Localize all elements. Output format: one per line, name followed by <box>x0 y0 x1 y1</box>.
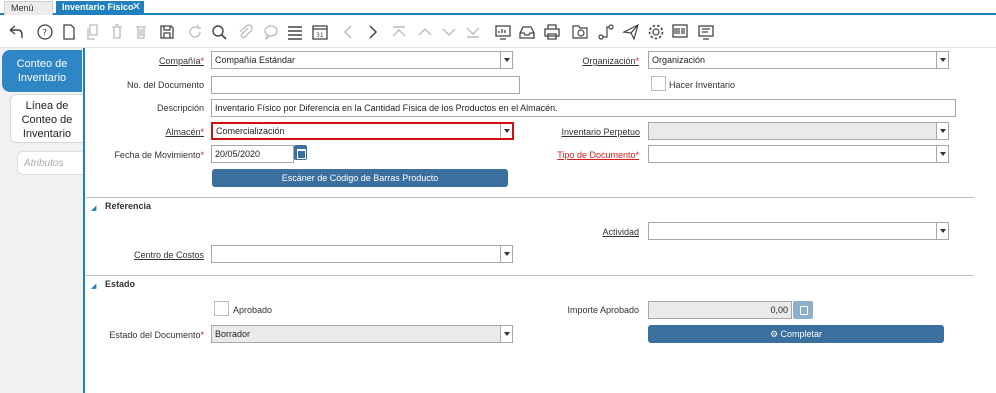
tab-inventario-fisico[interactable]: Inventario Físico ✕ <box>56 1 144 15</box>
calendar-icon[interactable] <box>294 145 307 160</box>
activity-label: Actividad <box>602 227 639 237</box>
close-tab-icon[interactable]: ✕ <box>132 1 141 14</box>
cost-center-label: Centro de Costos <box>133 250 204 260</box>
company-label: Compañía* <box>158 56 204 66</box>
perpetual-inventory-label: Inventario Perpetuo <box>561 127 640 137</box>
movement-date-input[interactable]: 20/05/2020 <box>211 145 294 163</box>
complete-button-label: Completar <box>780 329 823 339</box>
export-icon[interactable] <box>697 23 715 41</box>
section-divider <box>86 275 974 276</box>
document-no-input[interactable] <box>211 76 520 94</box>
organization-value: Organización <box>652 55 706 65</box>
new-record-icon[interactable] <box>60 23 78 41</box>
calendar-icon[interactable]: 31 <box>311 23 329 41</box>
doc-type-label: Tipo de Documento* <box>557 150 639 160</box>
process-icon[interactable] <box>647 23 665 41</box>
grid-toggle-icon[interactable] <box>286 23 304 41</box>
chevron-down-icon[interactable] <box>936 52 948 68</box>
toolbar: ? 31 <box>0 17 996 48</box>
first-record-icon[interactable] <box>390 23 408 41</box>
approved-amount-input[interactable]: 0,00 <box>648 301 792 319</box>
tab-menu[interactable]: Menú (9) <box>4 1 53 26</box>
collapse-icon[interactable]: ◢ <box>91 282 96 290</box>
company-select[interactable]: Compañía Estándar <box>211 51 513 69</box>
description-input[interactable]: Inventario Físico por Diferencia en la C… <box>211 99 956 117</box>
detail-record-icon[interactable] <box>440 23 458 41</box>
tab-atributos[interactable]: Atributos <box>17 151 83 175</box>
perpetual-inventory-select[interactable] <box>648 122 949 140</box>
approved-checkbox[interactable] <box>214 301 229 316</box>
approved-label: Aprobado <box>233 305 273 315</box>
cost-center-select[interactable] <box>211 245 513 263</box>
doc-status-select[interactable]: Borrador <box>211 325 513 343</box>
reference-section-title[interactable]: Referencia <box>105 201 151 211</box>
find-icon[interactable] <box>210 23 228 41</box>
do-inventory-label: Hacer Inventario <box>669 80 736 90</box>
organization-label: Organización* <box>582 56 639 66</box>
tab-linea-de-conteo[interactable]: Línea de Conteo de Inventario <box>10 94 83 143</box>
description-label: Descripción <box>156 103 204 113</box>
delete-selection-icon[interactable] <box>132 23 150 41</box>
do-inventory-checkbox[interactable] <box>651 76 666 91</box>
complete-button[interactable]: ⚙ Completar <box>648 325 944 343</box>
attachment-icon[interactable] <box>236 23 254 41</box>
chevron-down-icon[interactable] <box>936 146 948 162</box>
svg-text:?: ? <box>42 29 47 39</box>
chevron-down-icon[interactable] <box>500 124 512 138</box>
barcode-scanner-button[interactable]: Escáner de Código de Barras Producto <box>212 169 508 187</box>
report-icon[interactable] <box>494 23 512 41</box>
save-icon[interactable] <box>158 23 176 41</box>
parent-record-icon[interactable] <box>416 23 434 41</box>
refresh-icon[interactable] <box>186 23 204 41</box>
approved-amount-label: Importe Aprobado <box>567 305 639 315</box>
section-divider <box>86 197 974 198</box>
doc-type-select[interactable] <box>648 145 949 163</box>
request-icon[interactable] <box>622 23 640 41</box>
status-section-title[interactable]: Estado <box>105 279 135 289</box>
movement-date-label: Fecha de Movimiento* <box>114 150 204 160</box>
collapse-icon[interactable]: ◢ <box>91 204 96 212</box>
tab-active-label: Inventario Físico <box>62 2 134 12</box>
warehouse-label: Almacén* <box>165 127 204 137</box>
chevron-down-icon[interactable] <box>500 52 512 68</box>
undo-icon[interactable] <box>6 23 24 41</box>
tab-conteo-de-inventario[interactable]: Conteo de Inventario <box>2 50 82 92</box>
warehouse-value: Comercialización <box>216 126 285 136</box>
chevron-down-icon[interactable] <box>500 246 512 262</box>
gear-icon: ⚙ <box>769 329 779 339</box>
chat-icon[interactable] <box>262 23 280 41</box>
document-no-label: No. del Documento <box>126 80 204 90</box>
next-icon[interactable] <box>364 23 382 41</box>
window-tab-bar: Menú (9) Inventario Físico ✕ <box>0 0 996 26</box>
company-value: Compañía Estándar <box>215 55 296 65</box>
print-icon[interactable] <box>543 23 561 41</box>
zoom-across-icon[interactable] <box>571 23 589 41</box>
doc-status-label: Estado del Documento* <box>109 330 204 340</box>
workflow-icon[interactable] <box>597 23 615 41</box>
help-icon[interactable]: ? <box>36 23 54 41</box>
archive-icon[interactable] <box>518 23 536 41</box>
activity-select[interactable] <box>648 222 949 240</box>
last-record-icon[interactable] <box>464 23 482 41</box>
detail-tabs-panel: Conteo de Inventario Línea de Conteo de … <box>0 48 85 393</box>
chevron-down-icon[interactable] <box>936 223 948 239</box>
calculator-icon[interactable] <box>793 301 813 319</box>
product-info-icon[interactable] <box>671 23 689 41</box>
previous-icon[interactable] <box>340 23 358 41</box>
copy-icon[interactable] <box>84 23 102 41</box>
chevron-down-icon[interactable] <box>500 326 512 342</box>
delete-icon[interactable] <box>108 23 126 41</box>
organization-select[interactable]: Organización <box>648 51 949 69</box>
warehouse-select[interactable]: Comercialización <box>211 122 514 140</box>
doc-status-value: Borrador <box>215 329 251 339</box>
svg-text:31: 31 <box>316 32 324 39</box>
chevron-down-icon[interactable] <box>936 123 948 139</box>
